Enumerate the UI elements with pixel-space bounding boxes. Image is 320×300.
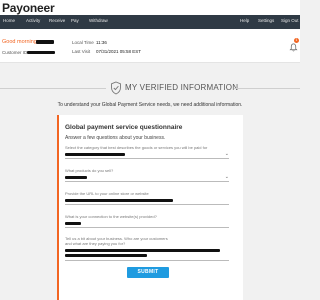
questionnaire-title: Global payment service questionnaire	[65, 124, 183, 131]
last-visit-label: Last Visit	[72, 49, 91, 54]
field-underline	[65, 181, 229, 182]
page-heading-row: MY VERIFIED INFORMATION	[0, 80, 300, 96]
business-description-textarea[interactable]	[65, 248, 229, 261]
redacted-name	[36, 40, 54, 44]
nav-activity[interactable]: Activity	[26, 18, 40, 23]
website-url-field: Provide the URL to your online store or …	[65, 191, 229, 205]
chevron-down-icon: ⌄	[224, 151, 229, 157]
website-url-label: Provide the URL to your online store or …	[65, 191, 149, 196]
redacted-category-value	[65, 153, 125, 156]
category-label: Select the category that best describes …	[65, 145, 208, 150]
redacted-products-value	[65, 176, 87, 179]
submit-button[interactable]: SUBMIT	[127, 267, 169, 278]
divider-left	[0, 88, 106, 89]
notifications-button[interactable]: 1	[289, 38, 299, 52]
nav-sign-out[interactable]: Sign Out	[281, 18, 299, 23]
questionnaire-card: Global payment service questionnaire Ans…	[57, 115, 243, 300]
nav-withdraw[interactable]: Withdraw	[89, 18, 108, 23]
connection-input[interactable]	[65, 221, 229, 228]
redacted-description-line-2	[65, 254, 147, 257]
main-nav: Home Activity Receive Pay Withdraw Help …	[0, 15, 300, 29]
questionnaire-subtitle: Answer a few questions about your busine…	[65, 135, 166, 141]
nav-settings[interactable]: Settings	[258, 18, 274, 23]
redacted-url-value	[65, 199, 173, 202]
user-info-bar: Good morning, Customer ID Local Time 11:…	[0, 29, 300, 63]
local-time-value: 11:36	[96, 40, 107, 45]
notification-badge: 1	[294, 38, 299, 43]
business-description-field: Tell us a bit about your business. Who a…	[65, 236, 229, 261]
products-field: What products do you sell? ⌄	[65, 168, 229, 182]
last-visit-value: 07/31/2021 05:58 EST	[96, 49, 142, 54]
field-underline	[65, 158, 229, 159]
redacted-customer-id	[27, 51, 55, 54]
connection-field: What is your connection to the website(s…	[65, 214, 229, 228]
local-time-label: Local Time	[72, 40, 94, 45]
connection-label: What is your connection to the website(s…	[65, 214, 157, 219]
category-select[interactable]: ⌄	[65, 152, 229, 159]
field-underline	[65, 227, 229, 228]
payoneer-logo[interactable]: Payoneer	[2, 1, 55, 15]
nav-pay[interactable]: Pay	[71, 18, 79, 23]
nav-receive[interactable]: Receive	[49, 18, 65, 23]
products-label: What products do you sell?	[65, 168, 114, 173]
shield-check-icon	[111, 81, 121, 95]
chevron-down-icon: ⌄	[224, 174, 229, 180]
category-field: Select the category that best describes …	[65, 145, 229, 159]
customer-id-label: Customer ID	[2, 50, 28, 55]
nav-home[interactable]: Home	[3, 18, 15, 23]
page-title: MY VERIFIED INFORMATION	[125, 83, 239, 92]
logo-bar: Payoneer	[0, 0, 300, 15]
nav-help[interactable]: Help	[240, 18, 249, 23]
field-underline	[65, 204, 229, 205]
business-description-label: Tell us a bit about your business. Who a…	[65, 236, 168, 246]
website-url-input[interactable]	[65, 198, 229, 205]
products-select[interactable]: ⌄	[65, 175, 229, 182]
intro-text: To understand your Global Payment Servic…	[57, 102, 243, 108]
field-underline	[65, 260, 229, 261]
greeting: Good morning,	[2, 39, 39, 45]
redacted-description-line-1	[65, 249, 220, 252]
divider-right	[234, 88, 300, 89]
bell-icon	[289, 43, 298, 52]
redacted-connection-value	[65, 222, 81, 225]
